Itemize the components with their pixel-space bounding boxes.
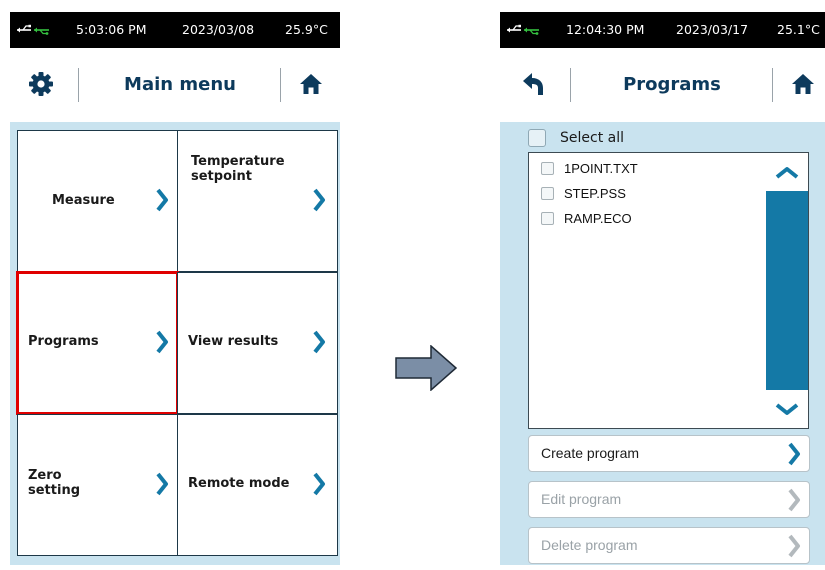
program-list: 1POINT.TXT STEP.PSS RAMP.ECO <box>528 152 809 429</box>
main-menu-screen: 5:03:06 PM 2023/03/08 25.9°C Main menu M… <box>10 12 340 565</box>
title-separator <box>570 68 571 102</box>
chevron-right-icon <box>788 442 800 466</box>
title-separator <box>772 68 773 102</box>
chevron-up-icon <box>775 167 799 179</box>
select-all-label: Select all <box>560 130 624 146</box>
title-bar: Programs <box>500 48 825 120</box>
create-program-button[interactable]: Create program <box>528 435 810 472</box>
chevron-right-icon <box>156 330 168 354</box>
item-checkbox[interactable] <box>541 186 554 200</box>
status-bar: 12:04:30 PM 2023/03/17 25.1°C <box>500 12 825 48</box>
programs-panel: Select all 1POINT.TXT STEP.PSS RAMP.ECO <box>500 122 825 565</box>
programs-tile[interactable]: Programs <box>16 271 179 415</box>
chevron-right-icon <box>788 488 800 512</box>
status-temperature: 25.1°C <box>777 22 820 37</box>
tile-label: Measure <box>52 193 115 208</box>
program-filename: STEP.PSS <box>564 185 626 201</box>
tile-label: Temperature setpoint <box>191 154 285 184</box>
list-item[interactable]: 1POINT.TXT <box>541 158 638 178</box>
chevron-right-icon <box>313 188 325 212</box>
remote-mode-tile[interactable]: Remote mode <box>177 414 338 556</box>
program-filename: 1POINT.TXT <box>564 160 638 176</box>
chevron-right-icon <box>313 330 325 354</box>
delete-program-button[interactable]: Delete program <box>528 527 810 564</box>
temperature-setpoint-tile[interactable]: Temperature setpoint <box>177 130 338 272</box>
button-label: Edit program <box>541 491 622 507</box>
tile-label: View results <box>188 334 279 349</box>
status-time: 5:03:06 PM <box>76 22 147 37</box>
chevron-right-icon <box>156 472 168 496</box>
tile-label: Zero setting <box>28 468 80 498</box>
chevron-right-icon <box>313 472 325 496</box>
select-all-checkbox[interactable] <box>528 129 546 147</box>
page-title: Programs <box>623 74 721 95</box>
item-checkbox[interactable] <box>541 211 554 225</box>
title-separator <box>280 68 281 102</box>
usb-icon <box>507 24 539 35</box>
zero-setting-tile[interactable]: Zero setting <box>17 414 178 556</box>
chevron-down-icon <box>775 403 799 415</box>
scroll-down-button[interactable] <box>766 390 808 428</box>
scrollbar[interactable] <box>766 153 808 428</box>
home-icon[interactable] <box>294 67 328 101</box>
chevron-right-icon <box>788 534 800 558</box>
title-bar: Main menu <box>10 48 340 120</box>
measure-tile[interactable]: Measure <box>17 130 178 272</box>
back-icon[interactable] <box>516 67 550 101</box>
gear-icon[interactable] <box>24 67 58 101</box>
tile-label: Remote mode <box>188 476 290 491</box>
button-label: Create program <box>541 445 640 461</box>
item-checkbox[interactable] <box>541 161 554 175</box>
title-separator <box>78 68 79 102</box>
view-results-tile[interactable]: View results <box>177 272 338 414</box>
home-icon[interactable] <box>786 67 820 101</box>
status-bar: 5:03:06 PM 2023/03/08 25.9°C <box>10 12 340 48</box>
usb-icon <box>17 24 49 35</box>
status-date: 2023/03/17 <box>676 22 749 37</box>
edit-program-button[interactable]: Edit program <box>528 481 810 518</box>
program-filename: RAMP.ECO <box>564 210 632 226</box>
status-temperature: 25.9°C <box>285 22 328 37</box>
programs-screen: 12:04:30 PM 2023/03/17 25.1°C Programs S… <box>500 12 825 565</box>
menu-panel: Measure Temperature setpoint Programs Vi… <box>10 122 340 565</box>
chevron-right-icon <box>156 188 168 212</box>
list-item[interactable]: STEP.PSS <box>541 183 626 203</box>
scroll-up-button[interactable] <box>766 153 808 191</box>
tile-label: Programs <box>28 334 99 349</box>
page-title: Main menu <box>124 74 236 95</box>
list-item[interactable]: RAMP.ECO <box>541 208 632 228</box>
transition-arrow-icon <box>395 345 457 391</box>
status-time: 12:04:30 PM <box>566 22 645 37</box>
button-label: Delete program <box>541 537 638 553</box>
status-date: 2023/03/08 <box>182 22 255 37</box>
